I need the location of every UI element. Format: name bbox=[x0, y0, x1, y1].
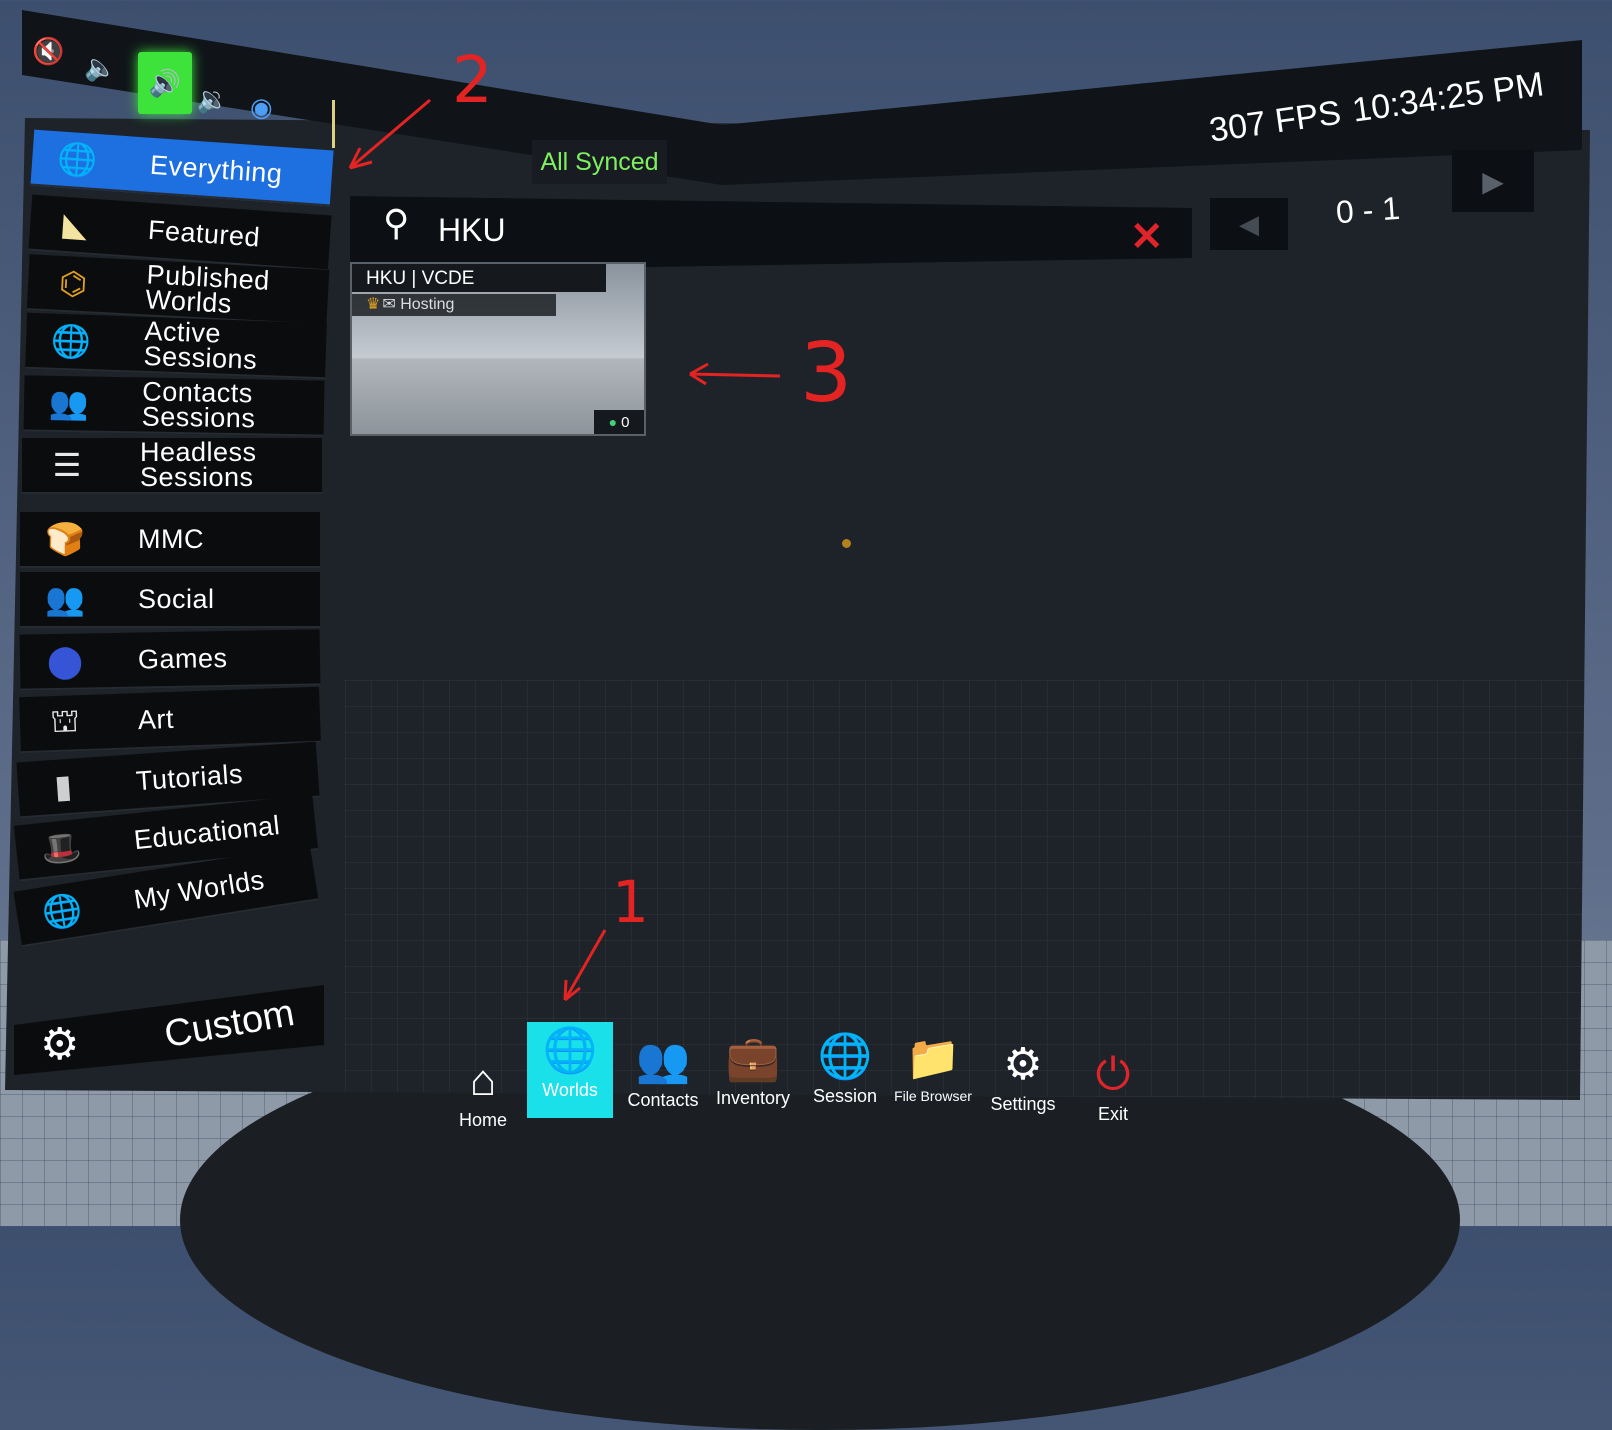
annotation-arrowhead-1 bbox=[563, 979, 581, 1002]
annotation-2: 2 bbox=[452, 44, 493, 118]
annotation-1: 1 bbox=[612, 868, 649, 936]
annotation-layer bbox=[348, 98, 781, 1002]
annotation-arrow-2 bbox=[349, 98, 431, 170]
annotation-arrow-3 bbox=[689, 372, 781, 378]
annotation-3: 3 bbox=[800, 326, 853, 421]
annotation-arrow-1 bbox=[563, 929, 607, 1001]
